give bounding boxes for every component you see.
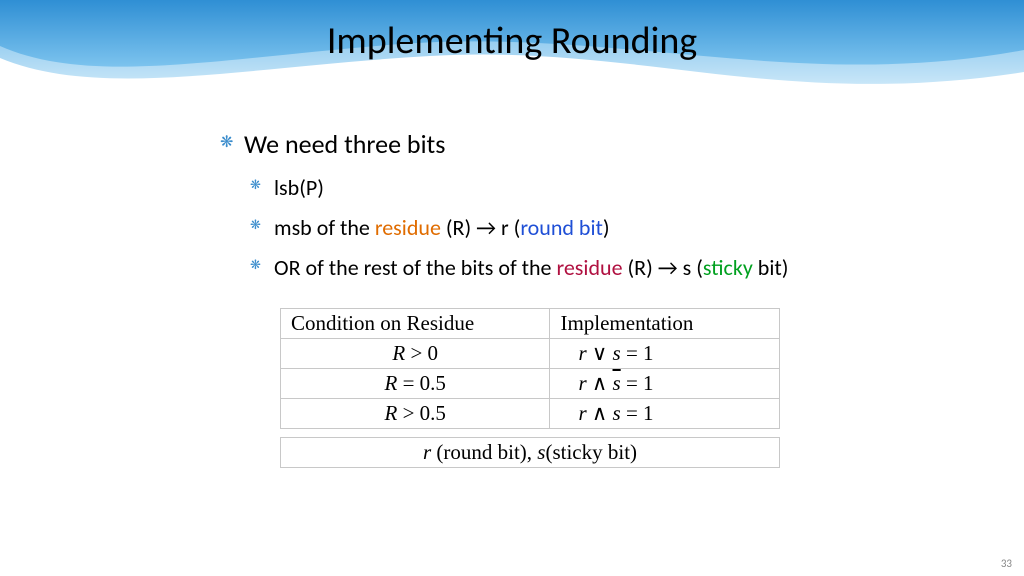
text: bit) [753,254,789,281]
cell-condition: R > 0.5 [281,399,550,429]
bullet-round-bit: msb of the residue (R) → r (round bit) [250,214,920,242]
cell-condition: R > 0 [281,339,550,369]
rounding-table: Condition on Residue Implementation R > … [280,308,780,429]
text-round-bit: round bit [520,214,603,241]
text: (R) → s ( [623,254,703,281]
slide: Implementing Rounding We need three bits… [0,0,1024,576]
col-condition: Condition on Residue [281,309,550,339]
content-area: We need three bits lsb(P) msb of the res… [220,128,920,468]
cell-implementation: r ∧ s = 1 [550,399,780,429]
text: ) [603,214,610,241]
text: msb of the [274,214,375,241]
bullet-main: We need three bits [220,128,920,160]
legend-text: (sticky bit) [545,440,637,464]
slide-title: Implementing Rounding [0,18,1024,64]
text-residue: residue [556,254,622,281]
bullet-lsb: lsb(P) [250,174,920,202]
legend-text: (round bit), [431,440,537,464]
rounding-table-wrap: Condition on Residue Implementation R > … [280,308,780,468]
table-row: R > 0.5 r ∧ s = 1 [281,399,780,429]
text: OR of the rest of the bits of the [274,254,556,281]
cell-condition: R = 0.5 [281,369,550,399]
table-legend: r (round bit), s(sticky bit) [280,437,780,468]
page-number: 33 [1001,557,1012,570]
table-row: R = 0.5 r ∧ s = 1 [281,369,780,399]
bullet-sticky-bit: OR of the rest of the bits of the residu… [250,254,920,282]
cell-implementation: r ∨ s = 1 [550,339,780,369]
text-residue: residue [375,214,441,241]
table-header-row: Condition on Residue Implementation [281,309,780,339]
col-implementation: Implementation [550,309,780,339]
text-sticky: sticky [703,254,753,281]
cell-implementation: r ∧ s = 1 [550,369,780,399]
text: (R) → r ( [441,214,520,241]
table-row: R > 0 r ∨ s = 1 [281,339,780,369]
legend-r: r [423,440,431,464]
